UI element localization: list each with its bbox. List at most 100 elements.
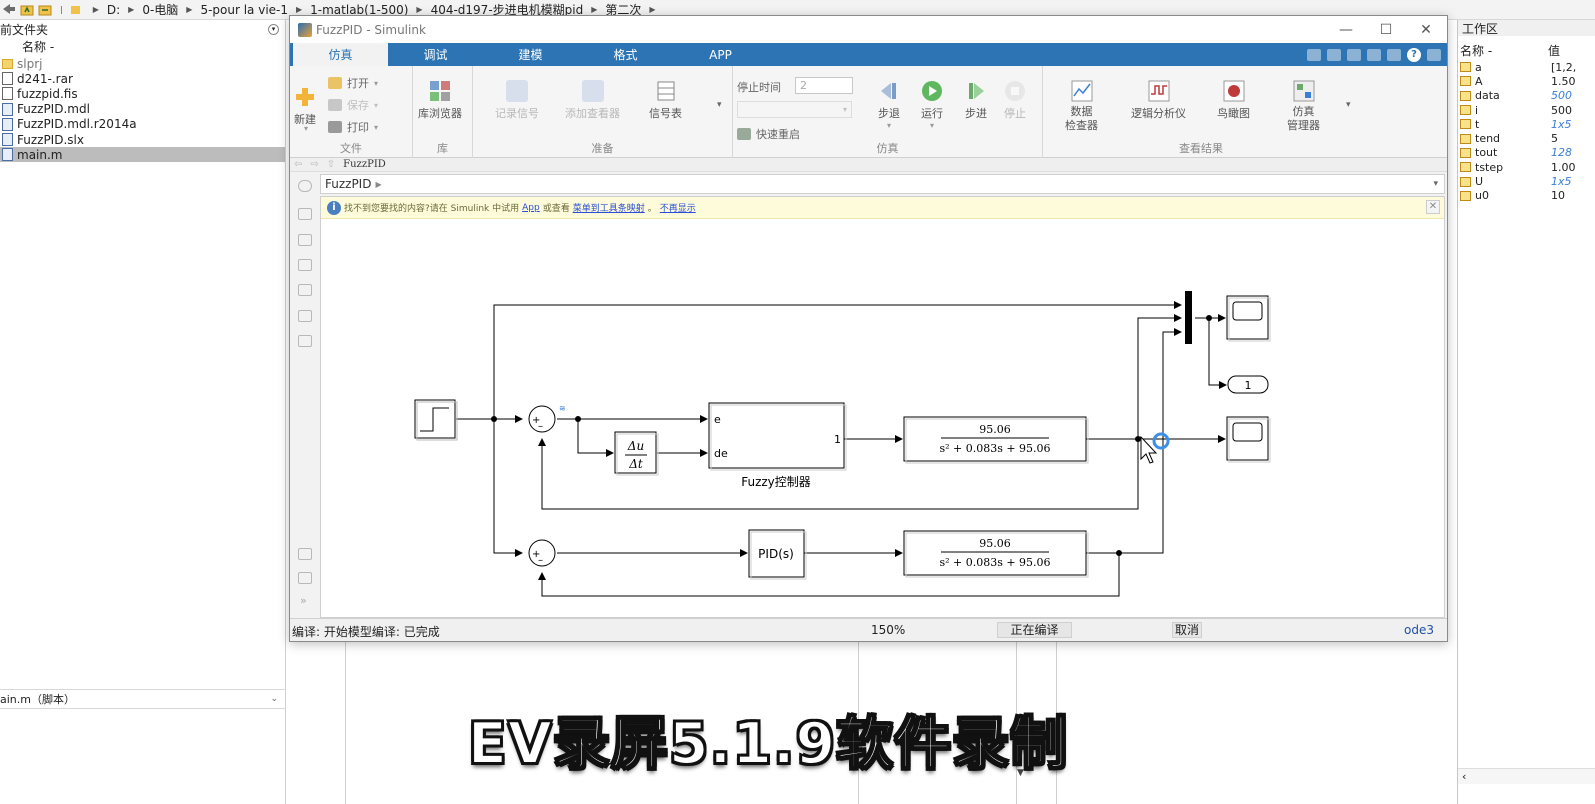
expand-palette-icon[interactable]: » — [300, 594, 307, 607]
path-segment[interactable]: D: — [107, 3, 120, 17]
workspace-variable-row[interactable]: tout 128 — [1458, 146, 1595, 160]
signal-table-button[interactable]: 信号表 — [649, 80, 682, 121]
file-item-selected[interactable]: main.m — [0, 147, 285, 163]
log-signals-button[interactable]: 记录信号 — [495, 80, 539, 121]
screenshot-icon[interactable] — [298, 548, 312, 560]
signal-line[interactable] — [577, 419, 614, 457]
forward-arrow-icon[interactable]: ⇨ — [310, 159, 318, 170]
fuzzy-controller-block[interactable]: e de 1 Fuzzy控制器 — [708, 402, 847, 489]
save-button[interactable]: 保存 ▾ — [328, 97, 378, 113]
cancel-button[interactable]: 取消 — [1172, 622, 1202, 638]
name-column-header[interactable]: 名称 - — [0, 38, 285, 56]
workspace-variable-row[interactable]: data 500 — [1458, 89, 1595, 103]
sum-block[interactable]: + – — [528, 405, 556, 433]
step-back-button[interactable]: 步退 ▾ — [878, 80, 900, 130]
redo-icon[interactable] — [1347, 49, 1361, 61]
model-canvas[interactable]: i 找不到您要找的内容?请在 Simulink 中试用 App 或查看 菜单到工… — [320, 196, 1445, 618]
value-column-header[interactable]: 值 — [1548, 42, 1560, 60]
maximize-button[interactable]: ☐ — [1369, 20, 1403, 40]
workspace-variable-row[interactable]: tstep 1.00 — [1458, 160, 1595, 174]
minimize-ribbon-icon[interactable] — [1427, 49, 1441, 61]
sim-mode-select[interactable]: ▾ — [737, 101, 852, 118]
tab-modeling[interactable]: 建模 — [483, 43, 578, 66]
layout-icon[interactable] — [1387, 49, 1401, 61]
print-button[interactable]: 打印 ▾ — [328, 119, 378, 135]
pid-block[interactable]: PID(s) — [748, 529, 807, 580]
tab-format[interactable]: 格式 — [578, 43, 673, 66]
signal-line[interactable] — [493, 301, 1182, 419]
run-button[interactable]: 运行 ▾ — [921, 80, 943, 130]
signal-line[interactable] — [1208, 318, 1227, 389]
workspace-variable-row[interactable]: t 1x5 — [1458, 117, 1595, 131]
tab-debug[interactable]: 调试 — [388, 43, 483, 66]
tab-apps[interactable]: APP — [673, 43, 768, 66]
path-segment[interactable]: 0-电脑 — [142, 1, 178, 18]
help-icon[interactable]: ? — [1407, 48, 1421, 62]
workspace-variable-row[interactable]: i 500 — [1458, 103, 1595, 117]
browse-folder-icon[interactable] — [38, 3, 52, 16]
annotation-icon[interactable] — [298, 284, 312, 296]
transfer-function-block[interactable]: 95.06 s² + 0.083s + 95.06 — [903, 530, 1089, 578]
workspace-variable-row[interactable]: u0 10 — [1458, 189, 1595, 203]
data-inspector-button[interactable]: 数据 检查器 — [1065, 80, 1098, 133]
path-segment[interactable]: 5-pour la vie-1 — [200, 3, 288, 17]
image-icon[interactable] — [298, 310, 312, 322]
close-button[interactable]: ✕ — [1409, 20, 1443, 40]
logic-analyzer-button[interactable]: 逻辑分析仪 — [1131, 80, 1186, 121]
file-item[interactable]: FuzzPID.mdl.r2014a — [0, 117, 285, 132]
signal-line[interactable] — [1137, 314, 1182, 439]
folder-up-icon[interactable] — [20, 3, 34, 16]
model-path[interactable]: FuzzPID — [325, 177, 371, 191]
file-item[interactable]: d241-.rar — [0, 71, 285, 86]
fit-view-icon[interactable] — [298, 234, 312, 246]
expand-gallery-icon[interactable]: ▾ — [717, 100, 722, 110]
outport-block[interactable]: 1 — [1227, 375, 1269, 394]
stop-button[interactable]: 停止 — [1004, 80, 1026, 121]
workspace-variable-row[interactable]: tend 5 — [1458, 131, 1595, 145]
scope-block[interactable] — [1226, 295, 1271, 342]
save-icon[interactable] — [1307, 49, 1321, 61]
zoom-level[interactable]: 150% — [871, 623, 905, 637]
file-item[interactable]: FuzzPID.slx — [0, 132, 285, 147]
model-address-bar[interactable]: FuzzPID ▶ ▾ — [320, 174, 1445, 194]
workspace-variable-row[interactable]: a [1,2, — [1458, 60, 1595, 74]
back-arrow-icon[interactable]: ⇦ — [294, 159, 302, 170]
open-button[interactable]: 打开 ▾ — [328, 75, 378, 91]
back-arrow-icon[interactable] — [2, 3, 16, 16]
arrow-icon[interactable] — [298, 259, 312, 271]
scope-block[interactable] — [1226, 416, 1271, 463]
workspace-variable-row[interactable]: U 1x5 — [1458, 174, 1595, 188]
name-column-header[interactable]: 名称 - — [1460, 42, 1548, 60]
zoom-icon[interactable] — [298, 208, 312, 220]
signal-line[interactable] — [493, 419, 523, 557]
step-block[interactable] — [414, 399, 458, 441]
birdseye-button[interactable]: 鸟瞰图 — [1217, 80, 1250, 121]
chevron-down-icon[interactable]: ▾ — [1433, 179, 1438, 189]
undo-icon[interactable] — [1327, 49, 1341, 61]
workspace-variable-row[interactable]: A 1.50 — [1458, 74, 1595, 88]
library-browser-button[interactable]: 库浏览器 — [418, 80, 462, 121]
model-tab[interactable]: FuzzPID — [343, 159, 386, 170]
derivative-block[interactable]: Δu Δt — [614, 431, 659, 476]
sum-block[interactable]: + – — [528, 539, 556, 567]
search-icon[interactable] — [1367, 49, 1381, 61]
file-item[interactable]: fuzzpid.fis — [0, 86, 285, 101]
hide-explorer-icon[interactable] — [298, 180, 312, 192]
file-item[interactable]: slprj — [0, 56, 285, 71]
area-icon[interactable] — [298, 335, 312, 347]
panel-menu-icon[interactable]: ▾ — [268, 23, 279, 35]
solver-label[interactable]: ode3 — [1404, 623, 1434, 637]
step-forward-button[interactable]: 步进 — [965, 80, 987, 121]
expand-gallery-icon[interactable]: ▾ — [1346, 100, 1351, 110]
stop-time-input[interactable]: 2 — [795, 77, 853, 94]
new-button[interactable]: 新建 — [294, 86, 316, 127]
minimize-button[interactable]: — — [1329, 20, 1363, 40]
add-viewer-button[interactable]: 添加查看器 — [565, 80, 620, 121]
title-bar[interactable]: FuzzPID - Simulink — ☐ ✕ — [290, 16, 1447, 43]
mux-block[interactable] — [1185, 291, 1192, 344]
sim-manager-button[interactable]: 仿真 管理器 — [1287, 80, 1320, 133]
transfer-function-block[interactable]: 95.06 s² + 0.083s + 95.06 — [903, 416, 1089, 464]
tab-simulation[interactable]: 仿真 — [293, 43, 388, 66]
model-browser-icon[interactable] — [298, 572, 312, 584]
file-item[interactable]: FuzzPID.mdl — [0, 102, 285, 117]
